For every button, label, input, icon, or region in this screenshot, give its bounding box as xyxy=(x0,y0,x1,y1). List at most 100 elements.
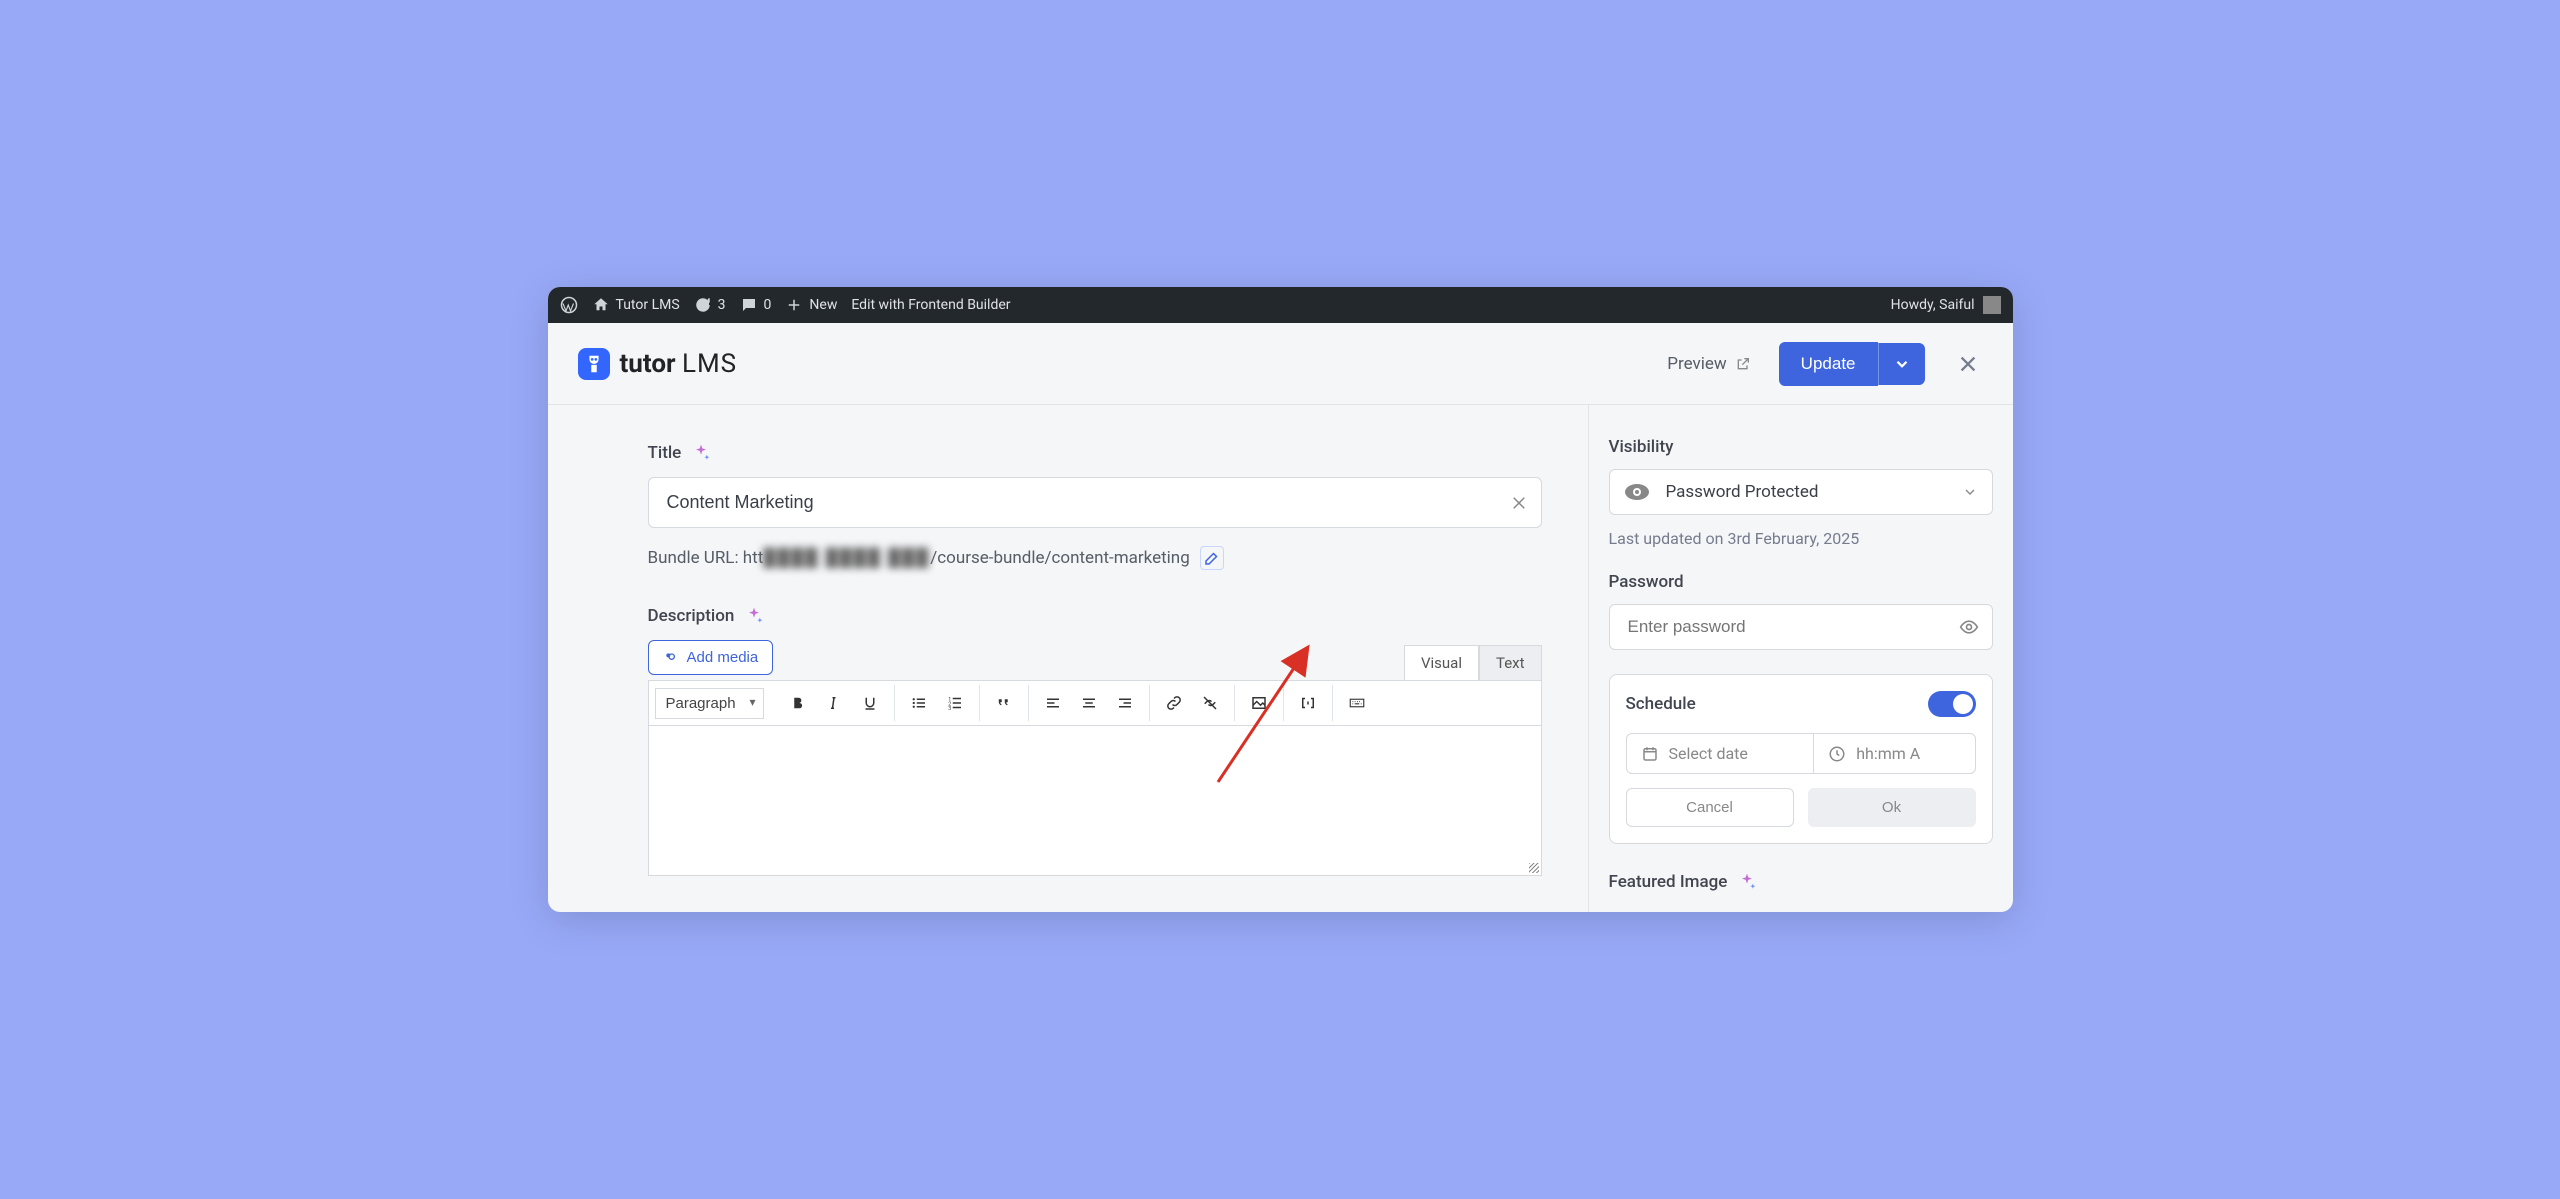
schedule-time-input[interactable]: hh:mm A xyxy=(1814,734,1974,773)
link-button[interactable] xyxy=(1156,685,1192,721)
underline-icon xyxy=(861,694,879,712)
editor-tab-text[interactable]: Text xyxy=(1479,645,1542,680)
logo[interactable]: tutor LMS xyxy=(578,348,738,380)
numbered-list-button[interactable]: 123 xyxy=(937,685,973,721)
chevron-down-icon xyxy=(1893,355,1911,373)
editor-tab-visual[interactable]: Visual xyxy=(1404,645,1479,680)
sidebar-column: Visibility Password Protected Last updat… xyxy=(1588,405,2013,912)
link-icon xyxy=(1165,694,1183,712)
close-button[interactable] xyxy=(1953,349,1983,379)
pencil-icon xyxy=(1203,549,1221,567)
app-header: tutor LMS Preview Update xyxy=(548,323,2013,405)
close-icon xyxy=(1510,494,1528,512)
eye-icon xyxy=(1624,483,1650,501)
resize-handle[interactable] xyxy=(1529,863,1539,873)
align-center-button[interactable] xyxy=(1071,685,1107,721)
align-right-button[interactable] xyxy=(1107,685,1143,721)
last-updated-text: Last updated on 3rd February, 2025 xyxy=(1609,529,1993,548)
wordpress-icon xyxy=(560,296,578,314)
add-media-button[interactable]: Add media xyxy=(648,640,774,675)
tutor-badge-icon xyxy=(578,348,610,380)
logo-text: tutor LMS xyxy=(620,349,738,379)
bundle-url-label: Bundle URL: xyxy=(648,548,743,568)
media-icon xyxy=(663,650,679,666)
home-icon xyxy=(592,296,610,314)
align-center-icon xyxy=(1080,694,1098,712)
clock-icon xyxy=(1828,745,1846,763)
quote-icon xyxy=(995,694,1013,712)
unlink-button[interactable] xyxy=(1192,685,1228,721)
editor-textarea[interactable] xyxy=(648,726,1542,876)
user-avatar-icon xyxy=(1983,296,2001,314)
edit-url-button[interactable] xyxy=(1200,546,1224,570)
featured-image-label: Featured Image xyxy=(1609,872,1728,892)
numbered-list-icon: 123 xyxy=(946,694,964,712)
site-name-text: Tutor LMS xyxy=(616,297,680,313)
unlink-icon xyxy=(1201,694,1219,712)
schedule-cancel-button[interactable]: Cancel xyxy=(1626,788,1794,827)
update-button[interactable]: Update xyxy=(1779,342,1878,386)
image-icon xyxy=(1250,694,1268,712)
schedule-ok-button[interactable]: Ok xyxy=(1808,788,1976,827)
schedule-toggle[interactable] xyxy=(1928,691,1976,717)
site-link[interactable]: Tutor LMS xyxy=(592,296,680,314)
password-label: Password xyxy=(1609,572,1993,592)
chevron-down-icon xyxy=(1962,484,1978,500)
align-left-button[interactable] xyxy=(1035,685,1071,721)
bold-button[interactable] xyxy=(780,685,816,721)
howdy-text: Howdy, Saiful xyxy=(1891,297,1975,313)
shortcode-button[interactable] xyxy=(1290,685,1326,721)
password-input[interactable] xyxy=(1609,604,1993,650)
close-icon xyxy=(1957,353,1979,375)
bullet-list-button[interactable] xyxy=(901,685,937,721)
eye-icon xyxy=(1959,617,1979,637)
keyboard-button[interactable] xyxy=(1339,685,1375,721)
italic-button[interactable] xyxy=(816,685,852,721)
paragraph-select[interactable]: Paragraph xyxy=(655,688,764,719)
wp-admin-bar: Tutor LMS 3 0 New Edit with Frontend Bui… xyxy=(548,287,2013,323)
sparkle-icon[interactable] xyxy=(1737,872,1757,892)
content-body: Title Bundle URL: htt████ ████ ███/cours… xyxy=(548,405,2013,912)
bundle-url-row: Bundle URL: htt████ ████ ███/course-bund… xyxy=(648,546,1542,570)
title-clear-button[interactable] xyxy=(1510,494,1528,512)
bold-icon xyxy=(789,694,807,712)
blockquote-button[interactable] xyxy=(986,685,1022,721)
frontend-builder-text: Edit with Frontend Builder xyxy=(851,297,1010,313)
align-right-icon xyxy=(1116,694,1134,712)
preview-label: Preview xyxy=(1667,354,1726,374)
sparkle-icon[interactable] xyxy=(744,606,764,626)
comment-icon xyxy=(740,296,758,314)
schedule-card: Schedule Select date hh:mm A Cancel Ok xyxy=(1609,674,1993,844)
visibility-select[interactable]: Password Protected xyxy=(1609,469,1993,515)
toggle-password-visibility[interactable] xyxy=(1959,617,1979,637)
date-placeholder: Select date xyxy=(1669,744,1748,763)
frontend-builder-link[interactable]: Edit with Frontend Builder xyxy=(851,297,1010,313)
keyboard-icon xyxy=(1348,694,1366,712)
plus-icon xyxy=(785,296,803,314)
editor-toolbar: Paragraph 123 xyxy=(648,680,1542,726)
add-media-label: Add media xyxy=(687,649,759,666)
refresh-icon xyxy=(694,296,712,314)
update-dropdown[interactable] xyxy=(1878,343,1925,385)
visibility-label: Visibility xyxy=(1609,437,1993,457)
comments-count: 0 xyxy=(764,297,772,313)
code-icon xyxy=(1299,694,1317,712)
updates-link[interactable]: 3 xyxy=(694,296,726,314)
app-window: Tutor LMS 3 0 New Edit with Frontend Bui… xyxy=(548,287,2013,912)
italic-icon xyxy=(825,694,843,712)
title-input[interactable] xyxy=(648,477,1542,528)
bullet-list-icon xyxy=(910,694,928,712)
new-link[interactable]: New xyxy=(785,296,837,314)
schedule-date-input[interactable]: Select date xyxy=(1627,734,1815,773)
image-button[interactable] xyxy=(1241,685,1277,721)
preview-link[interactable]: Preview xyxy=(1667,354,1750,374)
schedule-label: Schedule xyxy=(1626,694,1696,714)
new-text: New xyxy=(809,297,837,313)
sparkle-icon[interactable] xyxy=(691,443,711,463)
calendar-icon xyxy=(1641,745,1659,763)
underline-button[interactable] xyxy=(852,685,888,721)
wp-logo[interactable] xyxy=(560,296,578,314)
align-left-icon xyxy=(1044,694,1062,712)
comments-link[interactable]: 0 xyxy=(740,296,772,314)
user-menu[interactable]: Howdy, Saiful xyxy=(1891,296,2001,314)
